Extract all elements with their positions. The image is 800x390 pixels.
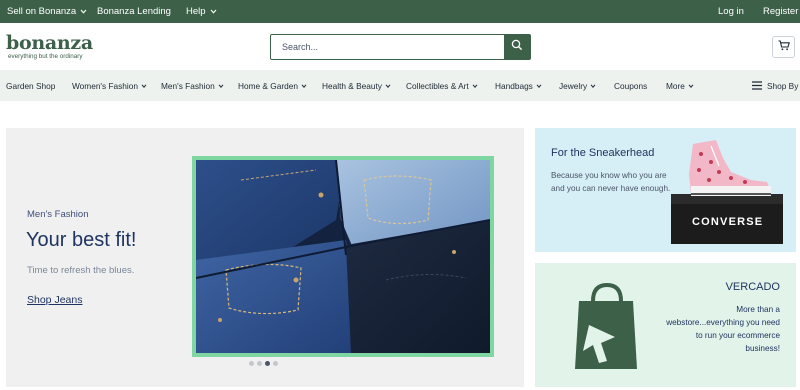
chevron-down-icon bbox=[688, 83, 694, 89]
nav-item-more[interactable]: More bbox=[666, 70, 694, 101]
converse-box-label: CONVERSE bbox=[692, 216, 764, 228]
search-button[interactable] bbox=[504, 35, 530, 59]
nav-item-label: Health & Beauty bbox=[322, 80, 382, 91]
top-bar: Sell on Bonanza Bonanza Lending Help Log… bbox=[0, 0, 800, 23]
carousel-dot[interactable] bbox=[273, 361, 278, 366]
nav-item-garden-shop[interactable]: Garden Shop bbox=[6, 70, 55, 101]
search-icon bbox=[511, 38, 523, 56]
vercado-promo-card[interactable]: VERCADO More than a webstore...everythin… bbox=[535, 263, 796, 387]
nav-item-label: Handbags bbox=[495, 80, 533, 91]
bonanza-logo[interactable]: bonanza everything but the ordinary bbox=[6, 33, 116, 65]
cart-icon bbox=[778, 38, 790, 56]
promo-text: Because you know who you are and you can… bbox=[551, 171, 671, 193]
chevron-down-icon bbox=[385, 83, 391, 89]
promo-title: For the Sneakerhead bbox=[551, 147, 655, 159]
shop-jeans-link[interactable]: Shop Jeans bbox=[27, 294, 82, 306]
chevron-down-icon bbox=[472, 83, 478, 89]
nav-item-home-garden[interactable]: Home & Garden bbox=[238, 70, 307, 101]
nav-item-label: Men's Fashion bbox=[161, 80, 215, 91]
shop-by-label: Shop By bbox=[767, 80, 799, 91]
chevron-down-icon bbox=[141, 83, 147, 89]
search-input[interactable] bbox=[271, 35, 504, 59]
nav-item-label: More bbox=[666, 80, 685, 91]
site-header: bonanza everything but the ordinary bbox=[0, 23, 800, 70]
pink-converse-sneaker-icon bbox=[671, 140, 783, 244]
hamburger-icon bbox=[752, 81, 763, 90]
hero-title: Your best fit! bbox=[26, 229, 137, 251]
register-link[interactable]: Register bbox=[763, 0, 798, 23]
sneakerhead-promo-card[interactable]: For the Sneakerhead Because you know who… bbox=[535, 128, 796, 252]
help-menu[interactable]: Help bbox=[186, 0, 217, 23]
shop-by-menu[interactable]: Shop By bbox=[752, 70, 798, 101]
promo-title: VERCADO bbox=[725, 281, 780, 293]
folded-jeans-photo bbox=[196, 160, 490, 353]
nav-item-label: Garden Shop bbox=[6, 80, 56, 91]
nav-item-label: Women's Fashion bbox=[72, 80, 138, 91]
nav-item-label: Home & Garden bbox=[238, 80, 298, 91]
hero-subtitle: Men's Fashion bbox=[27, 209, 89, 220]
chevron-down-icon bbox=[301, 83, 307, 89]
chevron-down-icon bbox=[80, 8, 87, 15]
cart-button[interactable] bbox=[772, 36, 795, 58]
chevron-down-icon bbox=[210, 8, 217, 15]
carousel-dot-active[interactable] bbox=[265, 361, 270, 366]
nav-item-jewelry[interactable]: Jewelry bbox=[559, 70, 596, 101]
carousel-dot[interactable] bbox=[257, 361, 262, 366]
hero-banner: Men's Fashion Your best fit! Time to ref… bbox=[6, 128, 524, 387]
sell-on-bonanza-menu[interactable]: Sell on Bonanza bbox=[7, 0, 87, 23]
category-nav: Garden Shop Women's Fashion Men's Fashio… bbox=[0, 70, 800, 101]
hero-description: Time to refresh the blues. bbox=[27, 265, 135, 276]
nav-item-coupons[interactable]: Coupons bbox=[614, 70, 647, 101]
chevron-down-icon bbox=[536, 83, 542, 89]
logo-tagline: everything but the ordinary bbox=[8, 53, 83, 60]
bonanza-lending-link[interactable]: Bonanza Lending bbox=[97, 0, 171, 23]
sell-on-bonanza-label: Sell on Bonanza bbox=[7, 6, 77, 17]
promo-text: More than a webstore...everything you ne… bbox=[666, 305, 780, 353]
shopping-bag-icon bbox=[575, 282, 637, 369]
login-link[interactable]: Log in bbox=[718, 0, 744, 23]
nav-item-health-beauty[interactable]: Health & Beauty bbox=[322, 70, 391, 101]
hero-image-frame[interactable] bbox=[192, 156, 494, 357]
nav-item-label: Coupons bbox=[614, 80, 648, 91]
nav-item-collectibles-art[interactable]: Collectibles & Art bbox=[406, 70, 478, 101]
chevron-down-icon bbox=[218, 83, 224, 89]
nav-item-handbags[interactable]: Handbags bbox=[495, 70, 542, 101]
nav-item-mens-fashion[interactable]: Men's Fashion bbox=[161, 70, 224, 101]
carousel-dots bbox=[249, 361, 278, 368]
nav-item-label: Jewelry bbox=[559, 80, 588, 91]
nav-item-label: Collectibles & Art bbox=[406, 80, 469, 91]
nav-item-womens-fashion[interactable]: Women's Fashion bbox=[72, 70, 147, 101]
carousel-dot[interactable] bbox=[249, 361, 254, 366]
logo-wordmark: bonanza bbox=[6, 32, 93, 54]
help-label: Help bbox=[186, 6, 206, 17]
search-bar bbox=[270, 34, 531, 60]
chevron-down-icon bbox=[590, 83, 596, 89]
